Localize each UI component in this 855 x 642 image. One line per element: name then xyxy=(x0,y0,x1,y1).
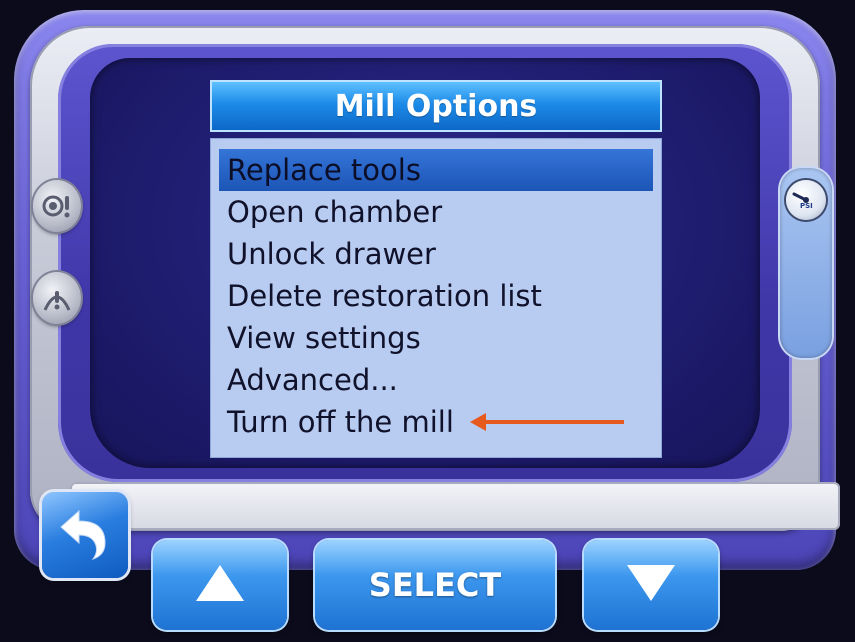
psi-label: PSI xyxy=(800,202,813,210)
warning-button[interactable] xyxy=(33,272,81,324)
back-button[interactable] xyxy=(42,492,128,578)
menu-title: Mill Options xyxy=(210,80,662,132)
menu-item-label: Delete restoration list xyxy=(227,279,542,313)
select-label: SELECT xyxy=(368,566,502,604)
menu-item-label: Open chamber xyxy=(227,195,443,229)
annotation-arrow-icon xyxy=(469,413,624,431)
up-button[interactable] xyxy=(153,540,287,630)
down-button[interactable] xyxy=(584,540,718,630)
select-button[interactable]: SELECT xyxy=(315,540,555,630)
menu-item-replace-tools[interactable]: Replace tools xyxy=(219,149,653,191)
sound-alert-icon xyxy=(39,188,75,224)
menu-item-unlock-drawer[interactable]: Unlock drawer xyxy=(219,233,653,275)
sound-alert-button[interactable] xyxy=(33,180,81,232)
menu-item-label: Replace tools xyxy=(227,153,421,187)
menu-item-delete-restoration-list[interactable]: Delete restoration list xyxy=(219,275,653,317)
message-bar xyxy=(70,482,840,530)
menu-item-turn-off-mill[interactable]: Turn off the mill xyxy=(219,401,653,443)
menu-item-open-chamber[interactable]: Open chamber xyxy=(219,191,653,233)
menu-item-view-settings[interactable]: View settings xyxy=(219,317,653,359)
options-menu: Replace tools Open chamber Unlock drawer… xyxy=(210,138,662,458)
back-arrow-icon xyxy=(55,503,115,567)
down-arrow-icon xyxy=(623,561,679,609)
warning-icon xyxy=(39,280,75,316)
pressure-gauge-icon: PSI xyxy=(786,180,826,220)
up-arrow-icon xyxy=(192,561,248,609)
menu-item-label: Turn off the mill xyxy=(227,405,454,439)
menu-item-advanced[interactable]: Advanced... xyxy=(219,359,653,401)
menu-item-label: View settings xyxy=(227,321,421,355)
menu-item-label: Unlock drawer xyxy=(227,237,436,271)
menu-item-label: Advanced... xyxy=(227,363,398,397)
